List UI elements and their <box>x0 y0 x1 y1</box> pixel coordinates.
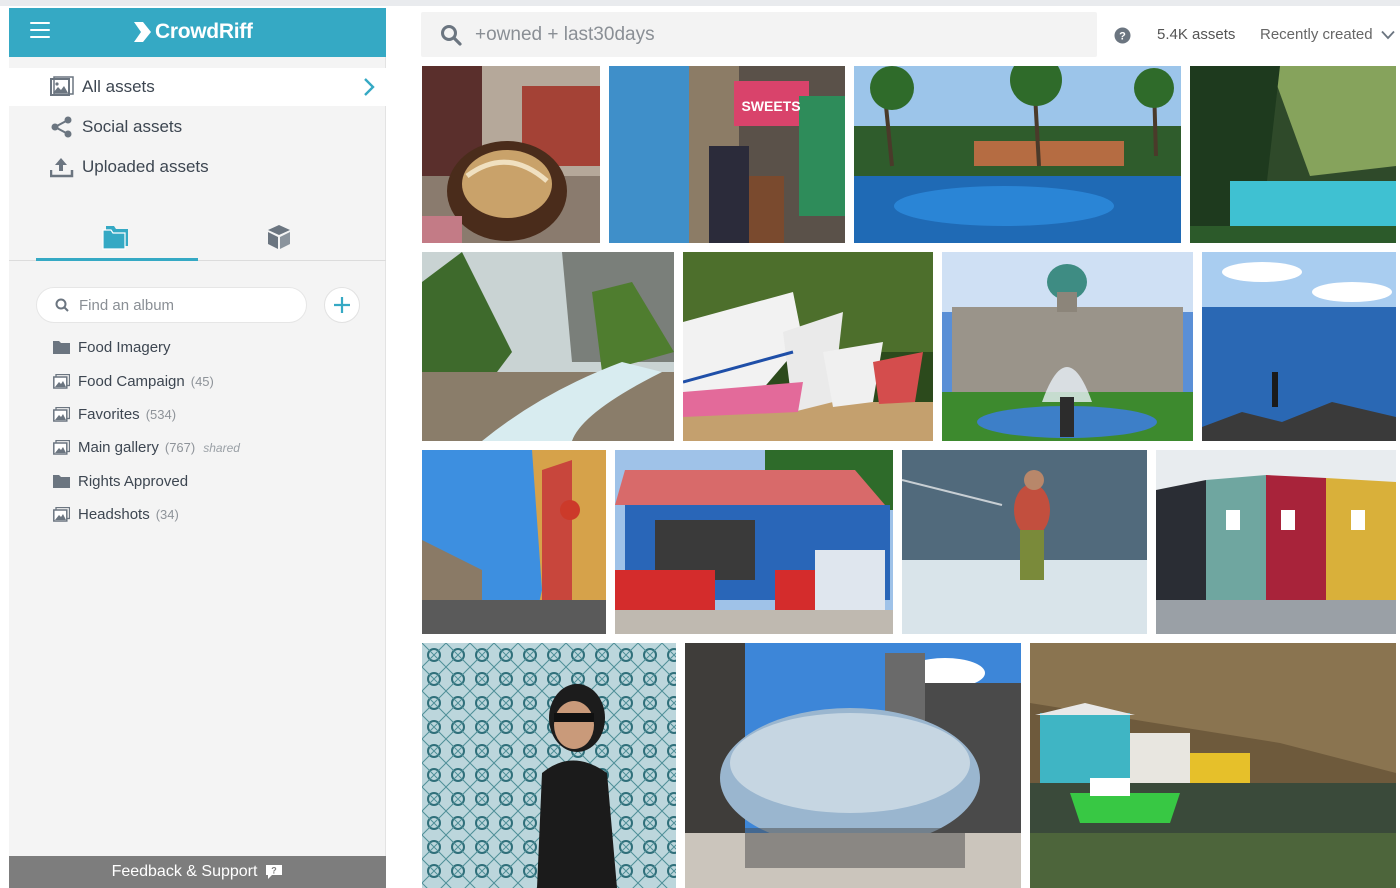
asset-search-bar <box>421 12 1097 57</box>
photo-tile[interactable] <box>422 450 606 634</box>
folder-icon <box>53 474 70 488</box>
gallery-icon <box>53 440 70 456</box>
photo-tile[interactable] <box>683 252 933 441</box>
chevron-right-icon <box>364 78 375 96</box>
chevron-down-icon <box>1380 30 1395 39</box>
nav-all-assets[interactable]: All assets <box>9 68 386 106</box>
app-window: CrowdRiff All assets Social assets Uploa… <box>0 0 1400 888</box>
album-name: Favorites <box>78 405 140 423</box>
album-count: (534) <box>145 406 177 422</box>
chat-question-icon: ? <box>266 865 283 879</box>
photo-tile[interactable] <box>1190 66 1396 243</box>
asset-search-input[interactable] <box>475 23 1075 46</box>
top-divider <box>0 0 1400 6</box>
album-item[interactable]: Rights Approved <box>9 465 386 498</box>
album-item[interactable]: Food Imagery <box>9 331 386 364</box>
photo-tile[interactable] <box>854 66 1181 243</box>
tile-wall-portrait-photo <box>422 643 676 888</box>
photo-tile[interactable] <box>902 450 1147 634</box>
waterski-photo <box>902 450 1147 634</box>
album-type-tabs <box>9 213 386 261</box>
brand-bar: CrowdRiff <box>9 8 386 57</box>
brand-logo[interactable]: CrowdRiff <box>133 18 253 46</box>
search-icon <box>441 24 462 46</box>
album-name: Rights Approved <box>78 472 189 490</box>
tab-collections[interactable] <box>198 213 360 261</box>
photo-tile[interactable] <box>685 643 1021 888</box>
sort-dropdown[interactable]: Recently created <box>1260 26 1395 43</box>
parliament-fountain-photo <box>942 252 1193 441</box>
tab-albums[interactable] <box>36 213 198 261</box>
sort-label: Recently created <box>1260 26 1373 43</box>
photo-tile[interactable] <box>615 450 893 634</box>
gallery-icon <box>53 373 70 389</box>
album-count: (767) <box>164 440 196 456</box>
photo-tile[interactable] <box>1030 643 1396 888</box>
nav-label: All assets <box>82 77 155 96</box>
ocean-overlook-photo <box>1202 252 1396 441</box>
upload-icon <box>50 158 74 178</box>
share-icon <box>51 116 72 138</box>
photo-tile[interactable] <box>422 66 600 243</box>
shared-badge: shared <box>203 441 240 456</box>
album-count: (34) <box>155 507 179 523</box>
crowdriff-logo-icon <box>134 22 151 42</box>
svg-text:?: ? <box>1119 31 1126 43</box>
cube-icon <box>268 225 290 249</box>
photo-tile[interactable] <box>422 252 674 441</box>
resort-pool-photo <box>854 66 1181 243</box>
album-search <box>36 287 307 323</box>
city-street-photo <box>422 450 606 634</box>
photo-tile[interactable] <box>422 643 676 888</box>
album-search-input[interactable] <box>79 296 289 314</box>
album-name: Main gallery <box>78 439 159 457</box>
album-name: Headshots <box>78 506 150 524</box>
brand-name: CrowdRiff <box>155 20 253 43</box>
photo-tile[interactable] <box>1202 252 1396 441</box>
album-count: (45) <box>190 373 214 389</box>
feedback-label: Feedback & Support <box>111 863 258 880</box>
nav-uploaded-assets[interactable]: Uploaded assets <box>9 148 386 186</box>
help-icon[interactable]: ? <box>1114 27 1131 44</box>
bean-sculpture-photo <box>685 643 1021 888</box>
photo-tile[interactable] <box>942 252 1193 441</box>
street-market-photo: SWEETS <box>609 66 845 243</box>
svg-text:?: ? <box>272 866 278 876</box>
harbour-houses-photo <box>1030 643 1396 888</box>
folder-icon <box>53 341 70 355</box>
search-icon <box>55 298 69 312</box>
photo-tile[interactable]: SWEETS <box>609 66 845 243</box>
hamburger-menu-icon[interactable] <box>30 22 50 40</box>
blue-shop-photo <box>615 450 893 634</box>
album-item[interactable]: Headshots (34) <box>9 498 386 531</box>
photo-tile[interactable] <box>1156 450 1396 634</box>
album-item[interactable]: Favorites (534) <box>9 398 386 431</box>
plus-icon <box>334 297 350 313</box>
svg-text:SWEETS: SWEETS <box>741 98 800 114</box>
nav-label: Social assets <box>82 117 183 136</box>
image-icon <box>50 76 74 96</box>
album-item[interactable]: Food Campaign (45) <box>9 364 386 397</box>
album-name: Food Imagery <box>78 339 171 357</box>
album-list: Food Imagery Food Campaign (45) Favorites… <box>9 331 386 531</box>
forest-river-photo <box>422 252 674 441</box>
sidebar: CrowdRiff All assets Social assets Uploa… <box>9 8 386 888</box>
add-album-button[interactable] <box>324 287 360 323</box>
fishing-boats-photo <box>683 252 933 441</box>
mountain-lake-photo <box>1190 66 1396 243</box>
album-name: Food Campaign <box>78 372 185 390</box>
nav-label: Uploaded assets <box>82 157 209 176</box>
nav-social-assets[interactable]: Social assets <box>9 108 386 146</box>
row-houses-photo <box>1156 450 1396 634</box>
folder-icon <box>102 225 128 250</box>
gallery-icon <box>53 507 70 522</box>
album-item[interactable]: Main gallery (767) shared <box>9 431 386 464</box>
feedback-support-button[interactable]: Feedback & Support ? <box>9 856 386 888</box>
donut-photo <box>422 66 600 243</box>
gallery-icon <box>53 406 70 422</box>
asset-count: 5.4K assets <box>1157 26 1236 43</box>
